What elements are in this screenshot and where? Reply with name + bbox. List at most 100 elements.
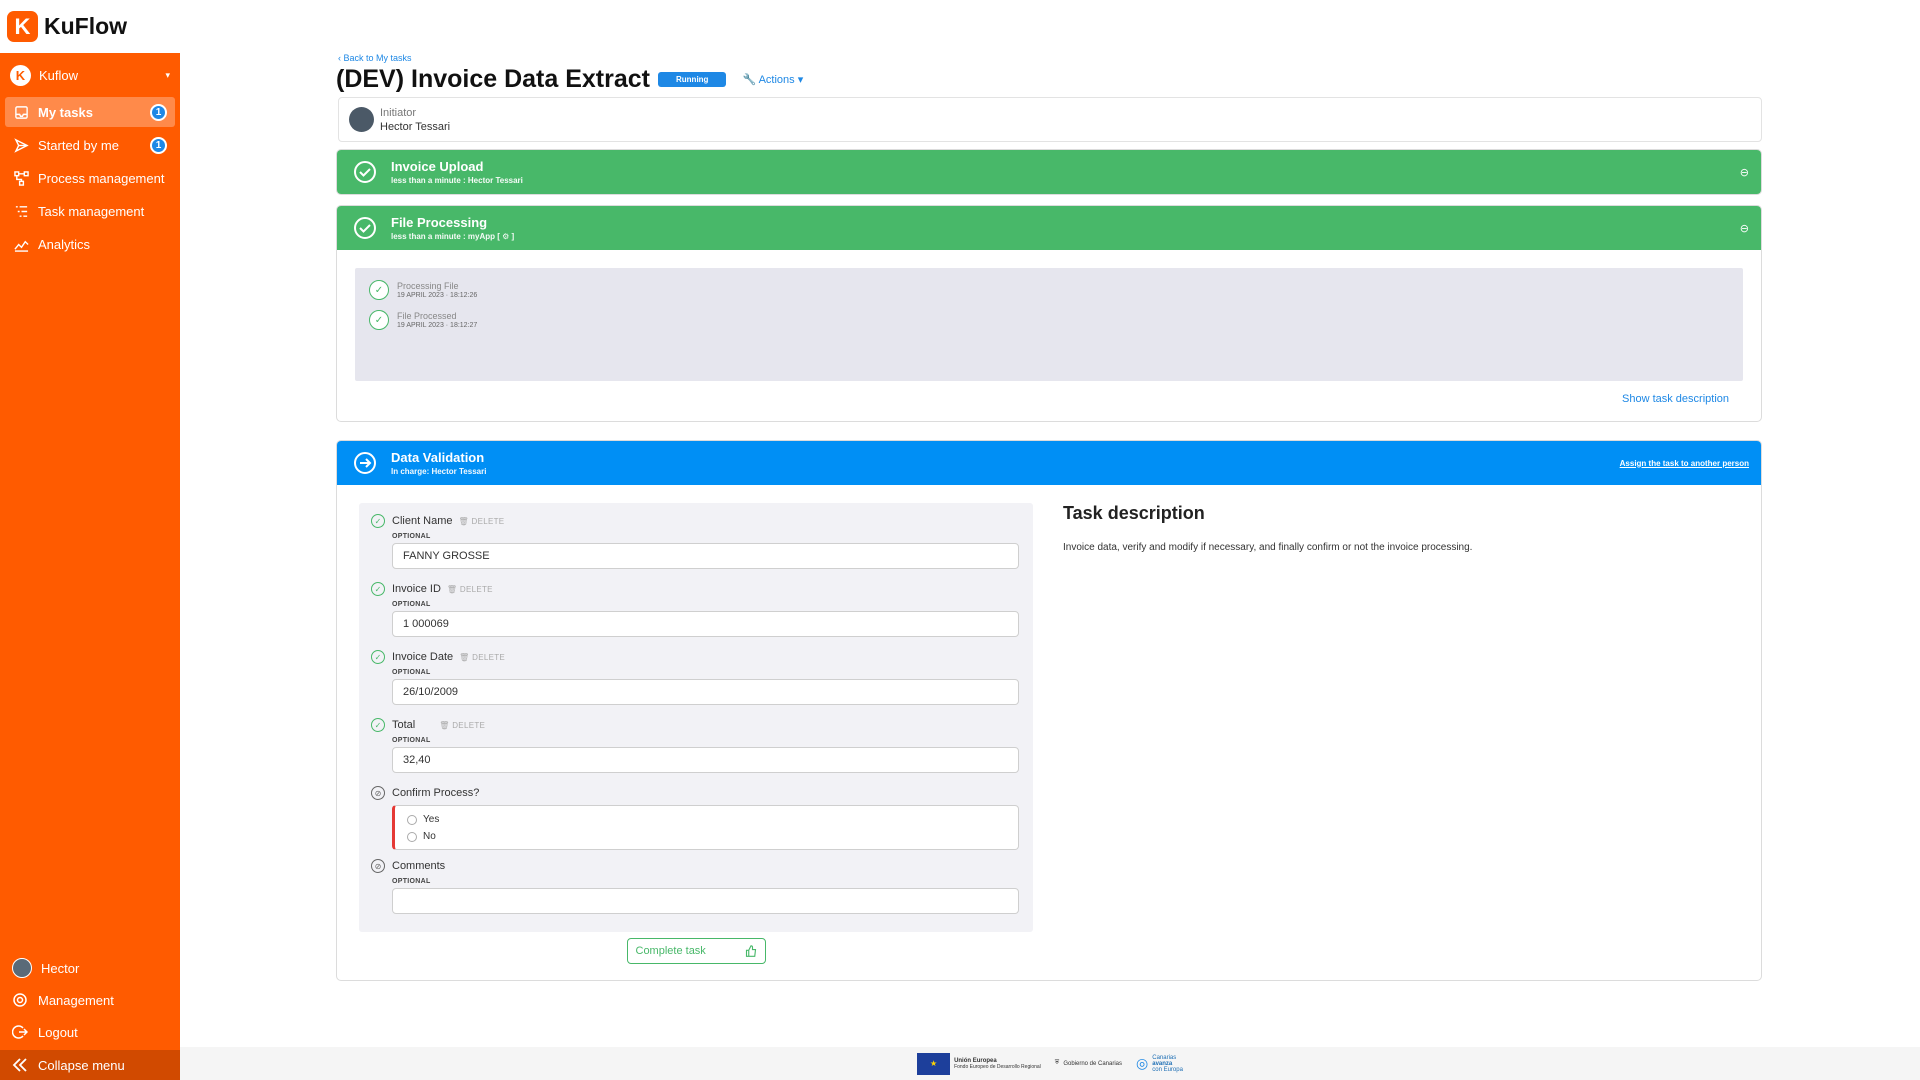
canarias-gov-logo: ⛨ Gobierno de Canarias	[1055, 1060, 1122, 1067]
sidebar-bottom: Hector Management Logout Collapse menu	[0, 952, 180, 1080]
task-list-icon	[13, 203, 29, 219]
complete-task-button[interactable]: Complete task	[626, 938, 766, 964]
footer: ★ Unión Europea Fondo Europeo de Desarro…	[180, 1047, 1920, 1080]
sidebar-item-logout[interactable]: Logout	[0, 1016, 180, 1048]
task-header[interactable]: Invoice Upload less than a minute : Hect…	[337, 150, 1761, 194]
back-link[interactable]: ‹ Back to My tasks	[338, 53, 1762, 63]
app-name: KuFlow	[44, 13, 128, 39]
total-input[interactable]: 32,40	[392, 747, 1019, 773]
sidebar-item-label: My tasks	[38, 104, 93, 120]
show-task-description-link[interactable]: Show task description	[337, 381, 1761, 421]
form-field-client-name: ✓ Client Name 🗑 DELETE OPTIONAL FANNY GR…	[371, 513, 1021, 569]
sidebar-item-user[interactable]: Hector	[0, 952, 180, 984]
check-circle-icon	[354, 161, 376, 183]
collapse-toggle-icon[interactable]: ⊖	[1740, 222, 1749, 235]
timeline-date: 19 APRIL 2023 · 18:12:27	[397, 322, 478, 329]
analytics-icon	[13, 236, 29, 252]
sidebar-item-process-management[interactable]: Process management	[5, 163, 175, 193]
delete-button[interactable]: 🗑 DELETE	[459, 653, 505, 662]
gov-label: Gobierno de Canarias	[1063, 1060, 1123, 1067]
sidebar-item-task-management[interactable]: Task management	[5, 196, 175, 226]
button-label: Complete task	[635, 945, 706, 957]
task-header[interactable]: File Processing less than a minute : myA…	[337, 206, 1761, 250]
initiator-box: Initiator Hector Tessari	[338, 97, 1762, 142]
optional-label: OPTIONAL	[392, 878, 431, 885]
collapse-menu-button[interactable]: Collapse menu	[0, 1050, 180, 1080]
collapse-toggle-icon[interactable]: ⊖	[1740, 166, 1749, 179]
timeline-title: Processing File	[397, 281, 459, 291]
task-description-panel: Task description Invoice data, verify an…	[1033, 503, 1472, 964]
task-form: ✓ Client Name 🗑 DELETE OPTIONAL FANNY GR…	[359, 503, 1033, 932]
caret-down-icon: ▾	[165, 69, 170, 80]
task-card-data-validation: Data Validation In charge: Hector Tessar…	[336, 440, 1762, 981]
field-label: Invoice ID	[392, 583, 441, 595]
radio-option-no[interactable]: No	[407, 828, 1006, 845]
task-subtitle: In charge: Hector Tessari	[391, 467, 487, 476]
sidebar-item-label: Analytics	[38, 236, 91, 252]
timeline-item: ✓ Processing File 19 APRIL 2023 · 18:12:…	[369, 280, 1729, 300]
main-content: ‹ Back to My tasks (DEV) Invoice Data Ex…	[336, 53, 1762, 981]
optional-label: OPTIONAL	[392, 601, 431, 608]
task-title: File Processing	[391, 215, 488, 230]
radio-button[interactable]	[407, 831, 417, 842]
invoice-id-input[interactable]: 1 000069	[392, 611, 1019, 637]
task-card-invoice-upload: Invoice Upload less than a minute : Hect…	[336, 149, 1762, 195]
check-icon: ✓	[371, 650, 385, 664]
eu-subtext: Fondo Europeo de Desarrollo Regional	[954, 1063, 1041, 1070]
initiator-name: Hector Tessari	[380, 120, 451, 133]
double-chevron-left-icon	[12, 1058, 27, 1072]
avatar	[349, 107, 374, 132]
delete-button[interactable]: 🗑 DELETE	[447, 585, 493, 594]
form-field-total: ✓ Total 🗑 DELETE OPTIONAL 32,40	[371, 717, 1021, 773]
timeline-date: 19 APRIL 2023 · 18:12:26	[397, 292, 478, 299]
page-header: (DEV) Invoice Data Extract Running 🔧 Act…	[336, 65, 1762, 93]
sidebar-item-label: Task management	[38, 203, 145, 219]
check-icon: ✓	[369, 310, 389, 330]
thumbs-up-icon	[745, 945, 756, 957]
organization-name: Kuflow	[39, 67, 79, 83]
check-circle-icon	[354, 217, 376, 239]
sidebar-item-started-by-me[interactable]: Started by me 1	[5, 130, 175, 160]
radio-button[interactable]	[407, 814, 417, 825]
user-name: Hector	[41, 960, 80, 976]
optional-label: OPTIONAL	[392, 669, 431, 676]
delete-button[interactable]: 🗑 DELETE	[459, 517, 505, 526]
delete-button[interactable]: 🗑 DELETE	[439, 721, 485, 730]
sidebar-item-my-tasks[interactable]: My tasks 1	[5, 97, 175, 127]
confirm-radio-group: Yes No	[392, 805, 1019, 850]
sidebar-item-label: Collapse menu	[38, 1057, 125, 1073]
task-body: ✓ Client Name 🗑 DELETE OPTIONAL FANNY GR…	[337, 485, 1761, 980]
gear-icon	[13, 993, 27, 1007]
sidebar-item-label: Logout	[38, 1024, 78, 1040]
inbox-icon	[13, 104, 29, 120]
sidebar-item-analytics[interactable]: Analytics	[5, 229, 175, 259]
canarias-circle-icon: ◎	[1136, 1055, 1149, 1071]
client-name-input[interactable]: FANNY GROSSE	[392, 543, 1019, 569]
app-logo[interactable]: K KuFlow	[0, 0, 180, 53]
sidebar-item-management[interactable]: Management	[0, 984, 180, 1016]
sidebar: K Kuflow ▾ My tasks 1 Started by me 1 Pr…	[0, 53, 180, 1080]
avatar	[12, 958, 32, 978]
actions-dropdown[interactable]: 🔧 Actions ▾	[742, 73, 803, 86]
sidebar-item-label: Management	[38, 992, 114, 1008]
optional-label: OPTIONAL	[392, 737, 431, 744]
process-flow-icon	[13, 170, 29, 186]
organization-selector[interactable]: K Kuflow ▾	[0, 53, 180, 97]
check-icon: ✓	[371, 514, 385, 528]
comments-input[interactable]	[392, 888, 1019, 914]
actions-label: Actions ▾	[758, 73, 804, 86]
logout-icon	[12, 1025, 28, 1039]
check-icon: ✓	[369, 280, 389, 300]
task-description-title: Task description	[1063, 503, 1205, 523]
field-label: Comments	[392, 860, 446, 872]
form-field-comments: ⊘ Comments OPTIONAL	[371, 858, 1021, 914]
count-badge: 1	[150, 103, 167, 121]
timeline-title: File Processed	[397, 311, 457, 321]
wrench-icon: 🔧	[742, 73, 757, 86]
arrow-right-circle-icon	[354, 452, 376, 474]
status-badge: Running	[658, 71, 727, 87]
task-title: Invoice Upload	[391, 159, 484, 174]
assign-task-link[interactable]: Assign the task to another person	[1620, 459, 1749, 468]
invoice-date-input[interactable]: 26/10/2009	[392, 679, 1019, 705]
radio-option-yes[interactable]: Yes	[407, 811, 1006, 828]
